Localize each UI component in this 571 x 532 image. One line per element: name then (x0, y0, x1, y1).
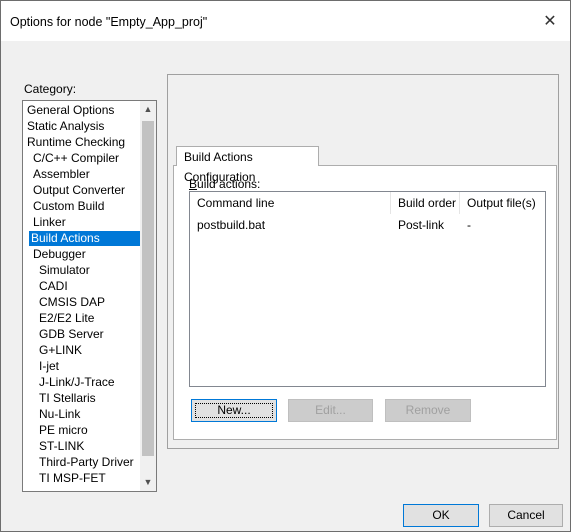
dialog-title: Options for node "Empty_App_proj" (10, 15, 208, 29)
category-item-ti-msp-fet[interactable]: TI MSP-FET (37, 471, 108, 486)
ok-button[interactable]: OK (403, 504, 479, 527)
focus-rect (195, 403, 273, 418)
title-bar: Options for node "Empty_App_proj" ✕ (1, 1, 570, 41)
category-list[interactable]: TI MSP-FET Third-Party Driver ST-LINK PE mi… (22, 100, 157, 492)
row-command-line[interactable]: postbuild.bat (190, 216, 391, 234)
category-item-runtime-checking[interactable]: Runtime Checking (25, 135, 127, 150)
category-scrollbar[interactable]: ▲ ▼ (140, 101, 156, 491)
category-item-gdb-server[interactable]: GDB Server (37, 327, 106, 342)
category-item-cadi[interactable]: CADI (37, 279, 70, 294)
category-item-c-c-compiler[interactable]: C/C++ Compiler (31, 151, 121, 166)
column-header-command-line[interactable]: Command line (190, 192, 391, 214)
edit-button[interactable]: Edit... (288, 399, 373, 422)
category-item-ti-stellaris[interactable]: TI Stellaris (37, 391, 98, 406)
category-item-general-options[interactable]: General Options (25, 103, 116, 118)
category-item-nu-link[interactable]: Nu-Link (37, 407, 82, 422)
category-item-pe-micro[interactable]: PE micro (37, 423, 90, 438)
category-item-static-analysis[interactable]: Static Analysis (25, 119, 106, 134)
category-item-build-actions[interactable]: Build Actions (29, 231, 140, 246)
scroll-down-icon[interactable]: ▼ (140, 474, 156, 491)
category-item-simulator[interactable]: Simulator (37, 263, 92, 278)
close-icon[interactable]: ✕ (535, 10, 565, 34)
cancel-button[interactable]: Cancel (489, 504, 563, 527)
column-header-build-order[interactable]: Build order (391, 192, 460, 214)
category-item-i-jet[interactable]: I-jet (37, 359, 61, 374)
category-item-assembler[interactable]: Assembler (31, 167, 92, 182)
build-actions-list[interactable]: Command line Build order Output file(s) … (189, 191, 546, 387)
category-item-third-party-driver[interactable]: Third-Party Driver (37, 455, 136, 470)
category-item-linker[interactable]: Linker (31, 215, 68, 230)
category-item-debugger[interactable]: Debugger (31, 247, 88, 262)
category-item-st-link[interactable]: ST-LINK (37, 439, 86, 454)
row-output-files[interactable]: - (460, 216, 543, 234)
category-item-output-converter[interactable]: Output Converter (31, 183, 127, 198)
scrollbar-thumb[interactable] (142, 121, 154, 456)
column-header-output-files[interactable]: Output file(s) (460, 192, 543, 214)
category-label: Category: (24, 82, 77, 96)
scroll-up-icon[interactable]: ▲ (140, 101, 156, 118)
category-item-j-link-j-trace[interactable]: J-Link/J-Trace (37, 375, 117, 390)
row-build-order[interactable]: Post-link (391, 216, 460, 234)
tab-build-actions-configuration[interactable]: Build Actions Configuration (176, 146, 319, 184)
new-button[interactable]: New... (191, 399, 277, 422)
remove-button[interactable]: Remove (385, 399, 471, 422)
category-item-e2-e2-lite[interactable]: E2/E2 Lite (37, 311, 96, 326)
category-item-custom-build[interactable]: Custom Build (31, 199, 106, 214)
category-item-g-link[interactable]: G+LINK (37, 343, 84, 358)
category-item-cmsis-dap[interactable]: CMSIS DAP (37, 295, 107, 310)
